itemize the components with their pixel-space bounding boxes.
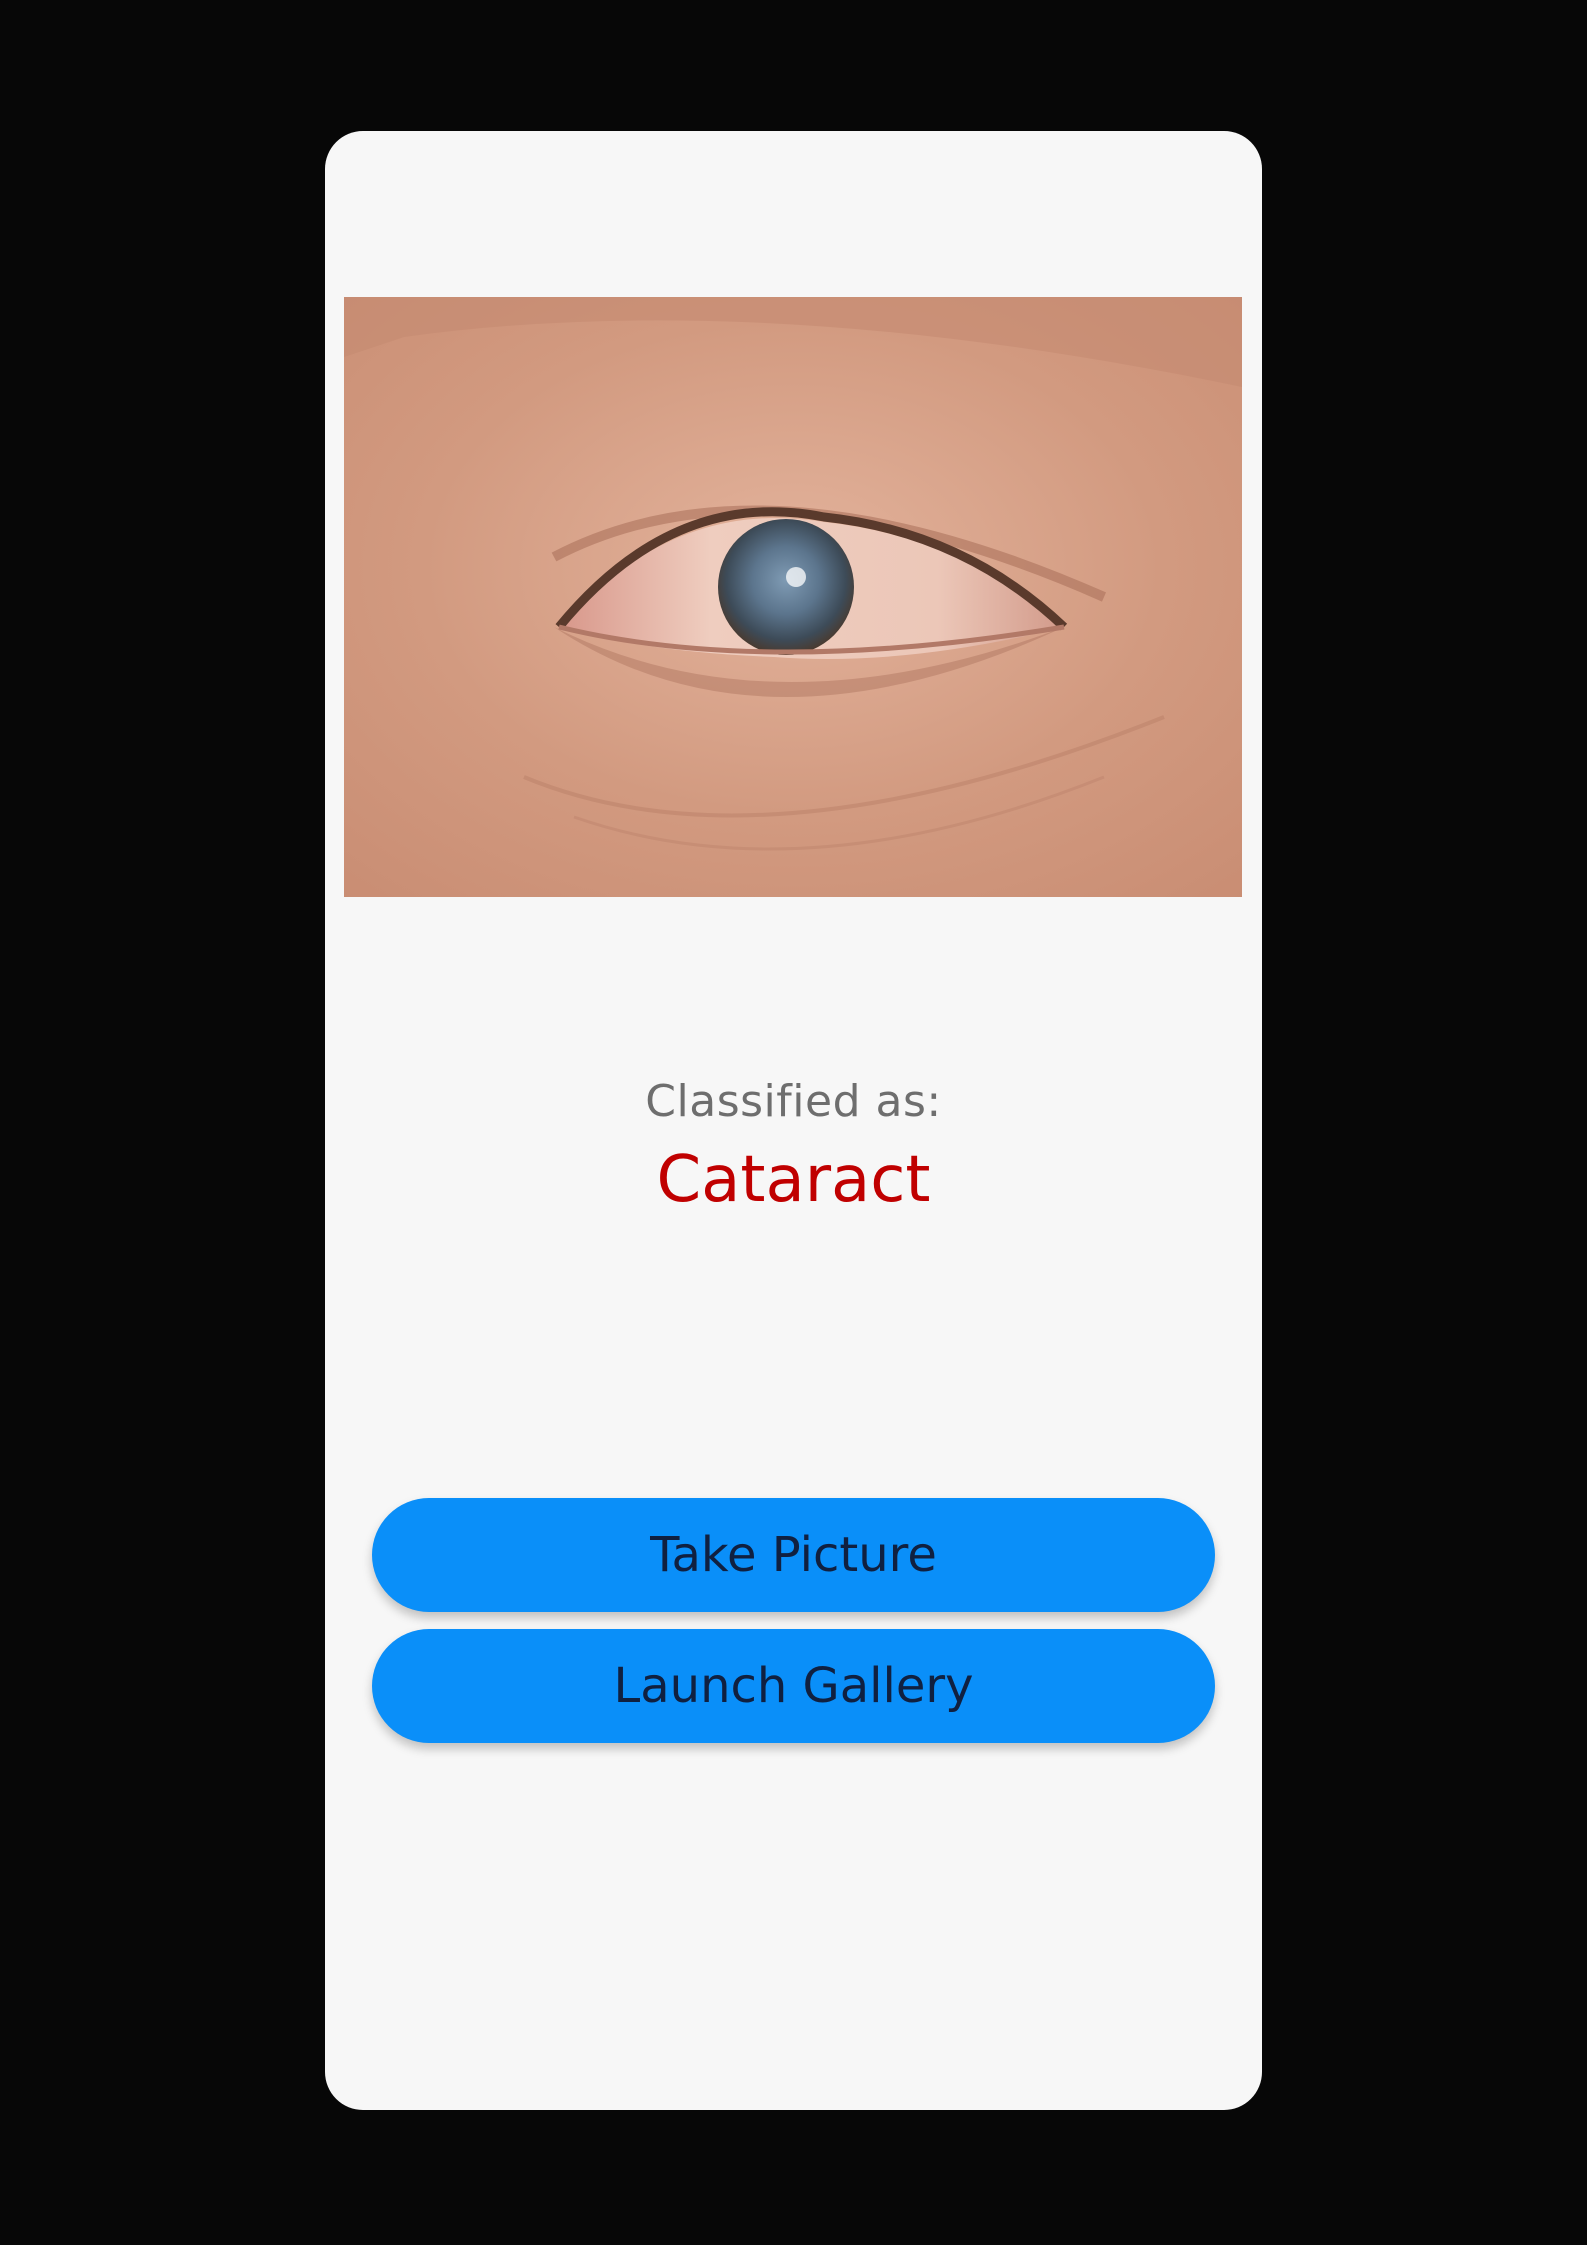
classification-result: Cataract [656,1143,931,1217]
eye-photo [344,297,1242,897]
eye-image [344,297,1242,897]
classification-label: Classified as: [645,1076,942,1127]
take-picture-button[interactable]: Take Picture [372,1498,1215,1612]
app-screen: Classified as: Cataract Take Picture Lau… [325,131,1262,2110]
launch-gallery-button[interactable]: Launch Gallery [372,1629,1215,1743]
